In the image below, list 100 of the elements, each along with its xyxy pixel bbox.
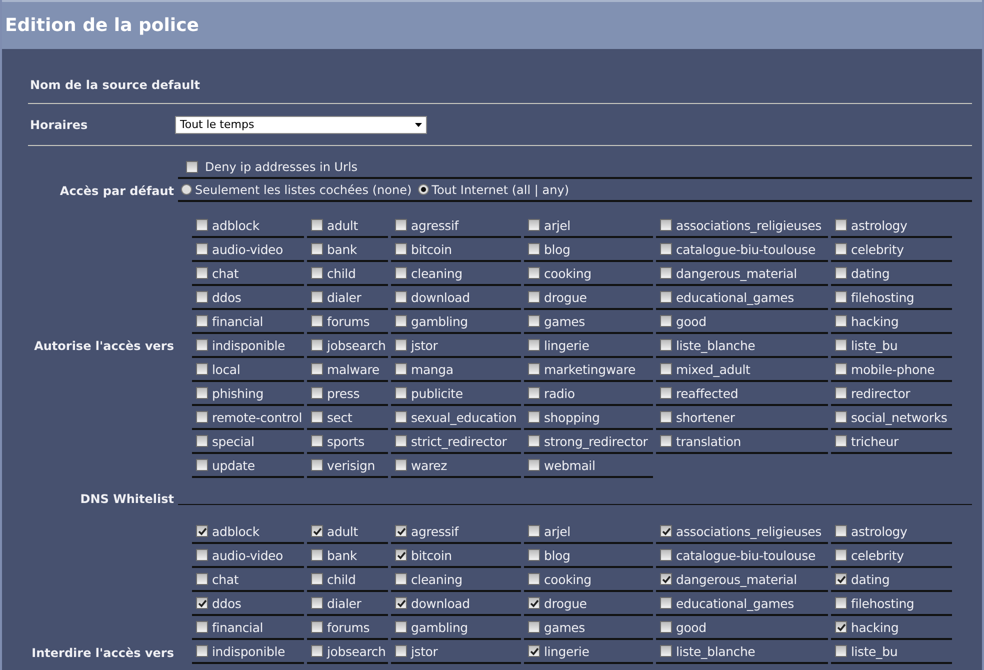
category-option[interactable]: child — [307, 568, 388, 592]
checkbox[interactable] — [395, 459, 407, 471]
category-option[interactable]: cooking — [524, 568, 653, 592]
checkbox[interactable] — [835, 315, 847, 327]
category-option[interactable]: blog — [524, 238, 653, 262]
checkbox[interactable] — [528, 645, 540, 657]
category-option[interactable]: good — [656, 310, 828, 334]
category-option[interactable]: astrology — [831, 214, 952, 238]
checkbox[interactable] — [395, 315, 407, 327]
checkbox[interactable] — [660, 411, 672, 423]
checkbox[interactable] — [395, 549, 407, 561]
checkbox[interactable] — [660, 243, 672, 255]
category-option[interactable]: financial — [192, 310, 304, 334]
category-option[interactable]: liste_bu — [831, 334, 952, 358]
checkbox[interactable] — [196, 387, 208, 399]
category-option[interactable]: audio-video — [192, 238, 304, 262]
category-option[interactable]: dating — [831, 262, 952, 286]
checkbox[interactable] — [660, 549, 672, 561]
checkbox[interactable] — [395, 435, 407, 447]
category-option[interactable]: financial — [192, 616, 304, 640]
category-option[interactable]: bitcoin — [391, 544, 521, 568]
category-option[interactable]: agressif — [391, 520, 521, 544]
checkbox[interactable] — [311, 243, 323, 255]
checkbox[interactable] — [395, 387, 407, 399]
checkbox[interactable] — [528, 315, 540, 327]
checkbox[interactable] — [528, 549, 540, 561]
checkbox[interactable] — [196, 549, 208, 561]
checkbox[interactable] — [311, 597, 323, 609]
checkbox[interactable] — [528, 339, 540, 351]
checkbox[interactable] — [835, 597, 847, 609]
checkbox[interactable] — [528, 267, 540, 279]
checkbox[interactable] — [835, 387, 847, 399]
checkbox[interactable] — [196, 435, 208, 447]
checkbox[interactable] — [196, 219, 208, 231]
category-option[interactable]: malware — [307, 358, 388, 382]
checkbox[interactable] — [660, 219, 672, 231]
checkbox[interactable] — [660, 387, 672, 399]
category-option[interactable]: mixed_adult — [656, 358, 828, 382]
checkbox[interactable] — [311, 573, 323, 585]
category-option[interactable]: dangerous_material — [656, 262, 828, 286]
category-option[interactable]: jstor — [391, 334, 521, 358]
category-option[interactable]: publicite — [391, 382, 521, 406]
checkbox[interactable] — [835, 267, 847, 279]
checkbox[interactable] — [196, 243, 208, 255]
checkbox[interactable] — [660, 315, 672, 327]
category-option[interactable]: translation — [656, 430, 828, 454]
checkbox[interactable] — [395, 291, 407, 303]
category-option[interactable]: jobsearch — [307, 640, 388, 664]
category-option[interactable]: webmail — [524, 454, 653, 478]
category-option[interactable]: local — [192, 358, 304, 382]
category-option[interactable]: phishing — [192, 382, 304, 406]
category-option[interactable]: ddos — [192, 592, 304, 616]
checkbox[interactable] — [660, 525, 672, 537]
category-option[interactable]: drogue — [524, 286, 653, 310]
category-option[interactable]: hacking — [831, 310, 952, 334]
category-option[interactable]: adblock — [192, 214, 304, 238]
category-option[interactable]: shortener — [656, 406, 828, 430]
checkbox[interactable] — [311, 435, 323, 447]
category-option[interactable]: adult — [307, 520, 388, 544]
category-option[interactable]: chat — [192, 568, 304, 592]
checkbox[interactable] — [528, 621, 540, 633]
checkbox[interactable] — [660, 621, 672, 633]
checkbox[interactable] — [660, 435, 672, 447]
category-option[interactable]: filehosting — [831, 286, 952, 310]
checkbox[interactable] — [311, 411, 323, 423]
checkbox[interactable] — [835, 291, 847, 303]
checkbox[interactable] — [196, 573, 208, 585]
category-option[interactable]: verisign — [307, 454, 388, 478]
category-option[interactable]: audio-video — [192, 544, 304, 568]
checkbox[interactable] — [311, 315, 323, 327]
checkbox[interactable] — [196, 597, 208, 609]
checkbox[interactable] — [528, 597, 540, 609]
checkbox[interactable] — [196, 459, 208, 471]
checkbox[interactable] — [395, 243, 407, 255]
category-option[interactable]: forums — [307, 616, 388, 640]
category-option[interactable]: ddos — [192, 286, 304, 310]
checkbox[interactable] — [660, 597, 672, 609]
category-option[interactable]: dialer — [307, 286, 388, 310]
checkbox[interactable] — [835, 411, 847, 423]
checkbox[interactable] — [311, 621, 323, 633]
checkbox[interactable] — [311, 525, 323, 537]
checkbox[interactable] — [196, 315, 208, 327]
checkbox[interactable] — [835, 339, 847, 351]
category-option[interactable]: bitcoin — [391, 238, 521, 262]
category-option[interactable]: liste_blanche — [656, 640, 828, 664]
checkbox[interactable] — [311, 549, 323, 561]
category-option[interactable]: download — [391, 286, 521, 310]
checkbox[interactable] — [196, 363, 208, 375]
checkbox[interactable] — [311, 291, 323, 303]
category-option[interactable]: sexual_education — [391, 406, 521, 430]
checkbox[interactable] — [311, 459, 323, 471]
category-option[interactable]: special — [192, 430, 304, 454]
checkbox[interactable] — [660, 267, 672, 279]
checkbox[interactable] — [835, 645, 847, 657]
checkbox[interactable] — [186, 160, 198, 172]
category-option[interactable]: lingerie — [524, 334, 653, 358]
category-option[interactable]: arjel — [524, 520, 653, 544]
category-option[interactable]: social_networks — [831, 406, 952, 430]
category-option[interactable]: indisponible — [192, 640, 304, 664]
category-option[interactable]: mobile-phone — [831, 358, 952, 382]
